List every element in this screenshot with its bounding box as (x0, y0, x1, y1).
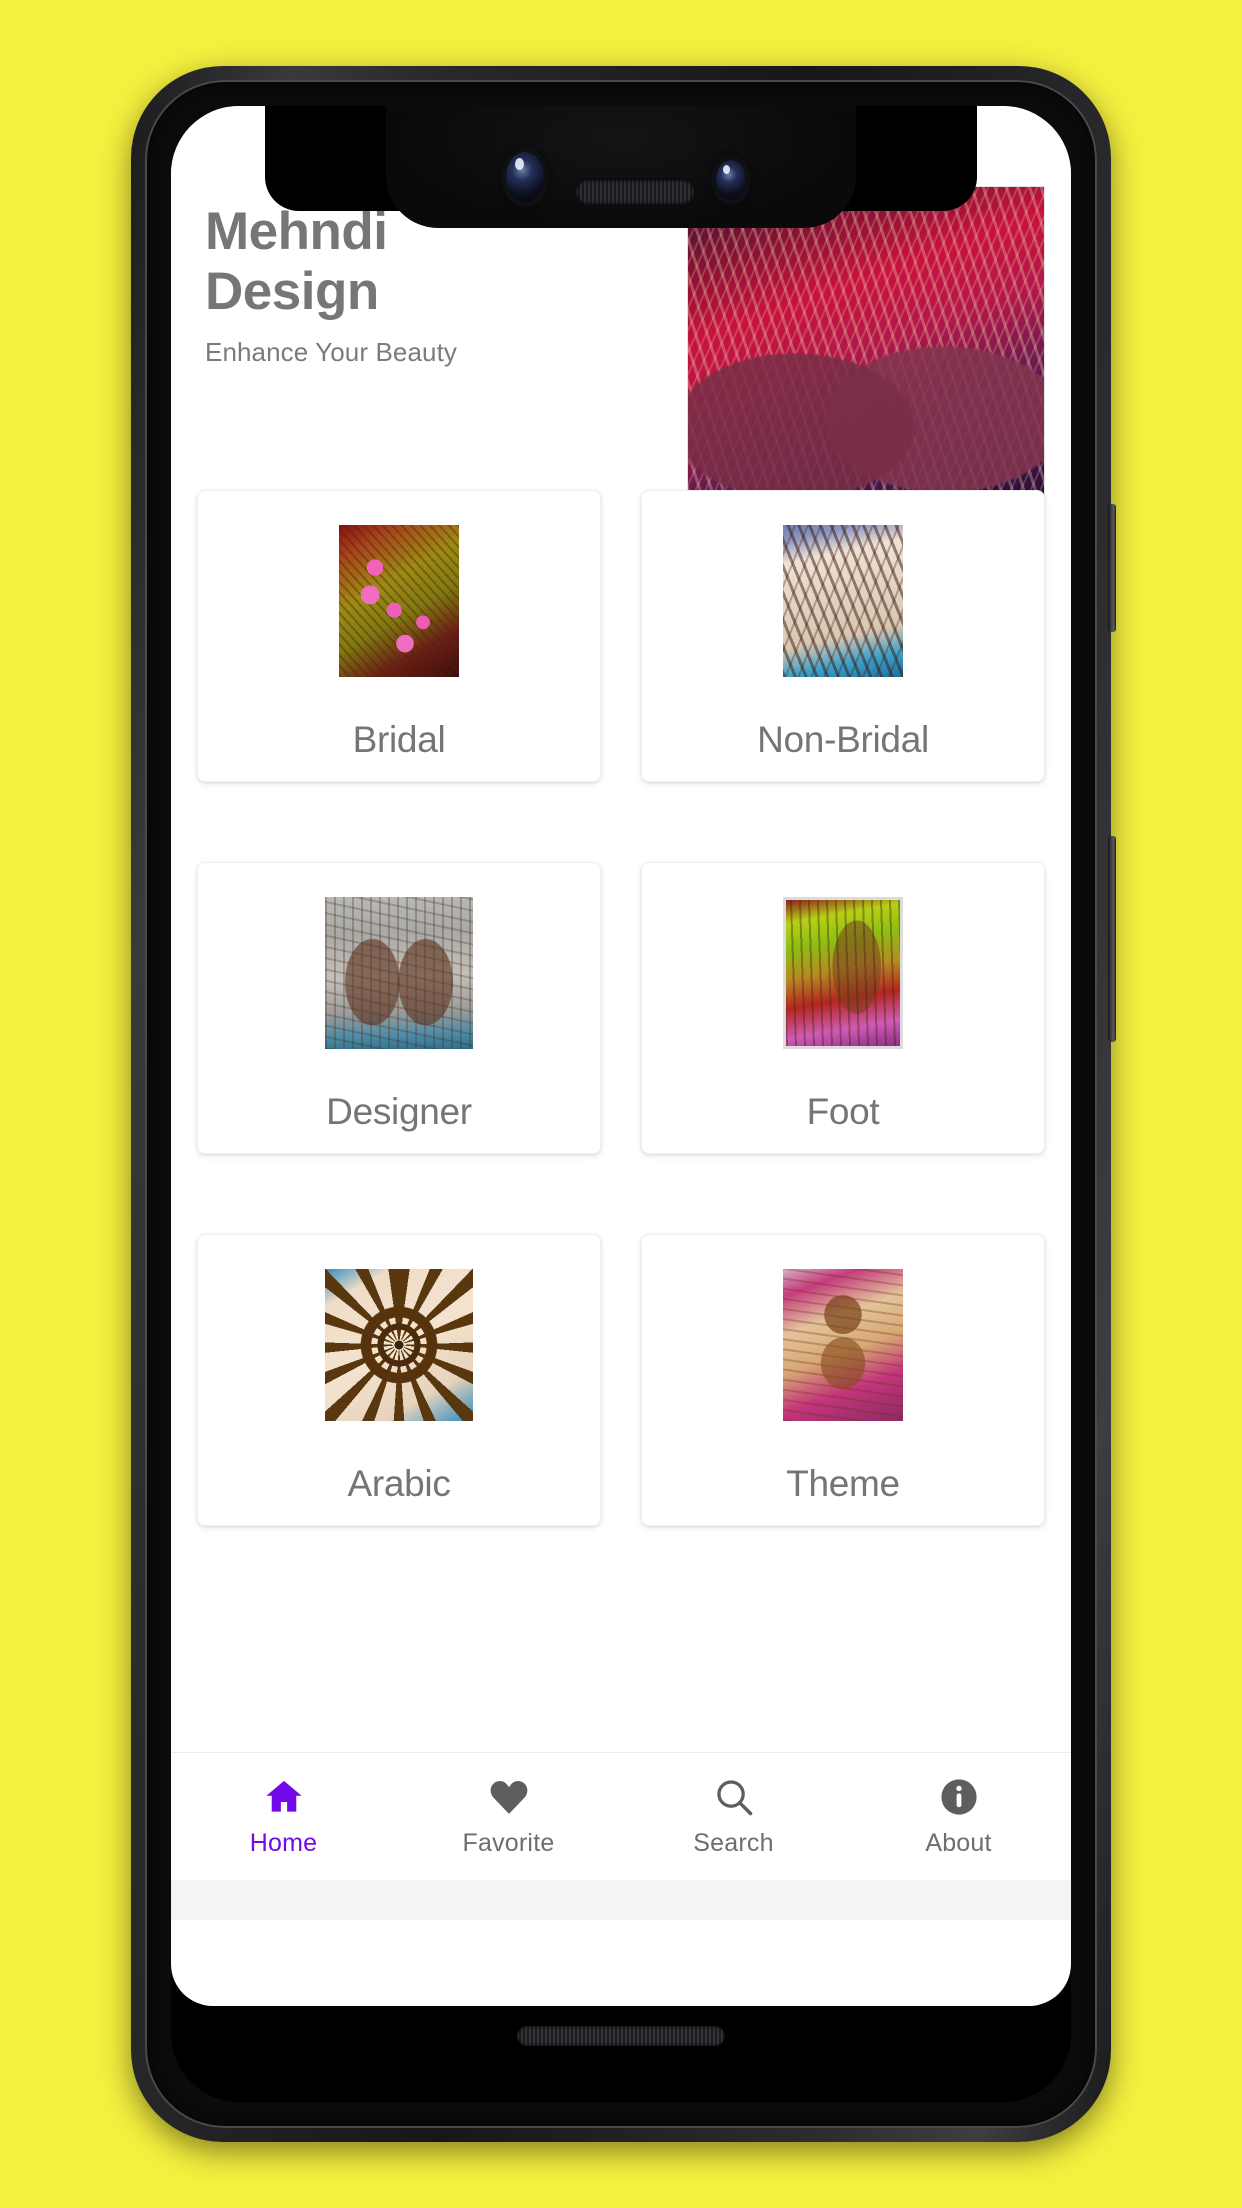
phone-screen: Mehndi Design Enhance Your Beauty Bridal… (171, 106, 1071, 2102)
category-grid: Bridal Non-Bridal Designer Foot Arabic T… (171, 490, 1071, 1526)
notch-hardware-housing (386, 106, 856, 228)
search-icon (716, 1780, 752, 1816)
nav-item-about[interactable]: About (846, 1753, 1071, 1880)
earpiece-speaker-icon (576, 180, 694, 204)
heart-icon (490, 1781, 527, 1814)
volume-button[interactable] (1108, 504, 1116, 632)
bridal-mehndi-thumb (339, 525, 459, 677)
front-camera-secondary-icon (716, 160, 746, 200)
app-viewport: Mehndi Design Enhance Your Beauty Bridal… (171, 106, 1071, 2006)
bridal-mehndi-hero-artwork (688, 187, 1044, 529)
nav-item-favorite[interactable]: Favorite (396, 1753, 621, 1880)
category-label: Theme (786, 1463, 900, 1504)
theme-mehndi-thumb (783, 1269, 903, 1421)
arabic-mehndi-thumb (325, 1269, 473, 1421)
bridal-thumb-artwork (339, 525, 459, 677)
nav-label-favorite: Favorite (462, 1829, 555, 1857)
nav-label-home: Home (249, 1829, 318, 1857)
non-bridal-thumb-artwork (783, 525, 903, 677)
bottom-navigation-bar: Home Favorite Search About (171, 1752, 1071, 1880)
home-icon (265, 1780, 302, 1812)
info-icon (940, 1779, 977, 1815)
nav-item-search[interactable]: Search (621, 1753, 846, 1880)
category-card-designer[interactable]: Designer (197, 862, 601, 1154)
category-card-theme[interactable]: Theme (641, 1234, 1045, 1526)
arabic-thumb-artwork (325, 1269, 473, 1421)
nav-item-home[interactable]: Home (171, 1753, 396, 1880)
page-subtitle: Enhance Your Beauty (205, 336, 457, 367)
non-bridal-mehndi-thumb (783, 525, 903, 677)
category-card-arabic[interactable]: Arabic (197, 1234, 601, 1526)
category-card-bridal[interactable]: Bridal (197, 490, 601, 782)
app-content-area: Mehndi Design Enhance Your Beauty Bridal… (171, 106, 1071, 1880)
category-card-foot[interactable]: Foot (641, 862, 1045, 1154)
category-label: Arabic (347, 1463, 451, 1504)
hero-banner-image (687, 186, 1045, 530)
bottom-speaker-grille-icon (517, 2026, 725, 2046)
category-label: Designer (326, 1091, 472, 1132)
theme-thumb-artwork (783, 1269, 903, 1421)
category-label: Foot (806, 1091, 880, 1132)
foot-thumb-artwork (786, 900, 900, 1046)
phone-device-frame: Mehndi Design Enhance Your Beauty Bridal… (131, 66, 1116, 2142)
designer-mehndi-thumb (325, 897, 473, 1049)
category-card-non-bridal[interactable]: Non-Bridal (641, 490, 1045, 782)
nav-label-about: About (925, 1829, 992, 1857)
foot-mehndi-thumb (783, 897, 903, 1049)
system-home-bar-strip (171, 1880, 1071, 1920)
front-camera-primary-icon (506, 152, 544, 202)
nav-label-search: Search (693, 1829, 774, 1857)
phone-inner-bezel: Mehndi Design Enhance Your Beauty Bridal… (145, 80, 1097, 2128)
category-label: Non-Bridal (757, 719, 929, 760)
category-label: Bridal (352, 719, 446, 760)
power-button[interactable] (1108, 836, 1116, 1042)
designer-thumb-artwork (325, 897, 473, 1049)
